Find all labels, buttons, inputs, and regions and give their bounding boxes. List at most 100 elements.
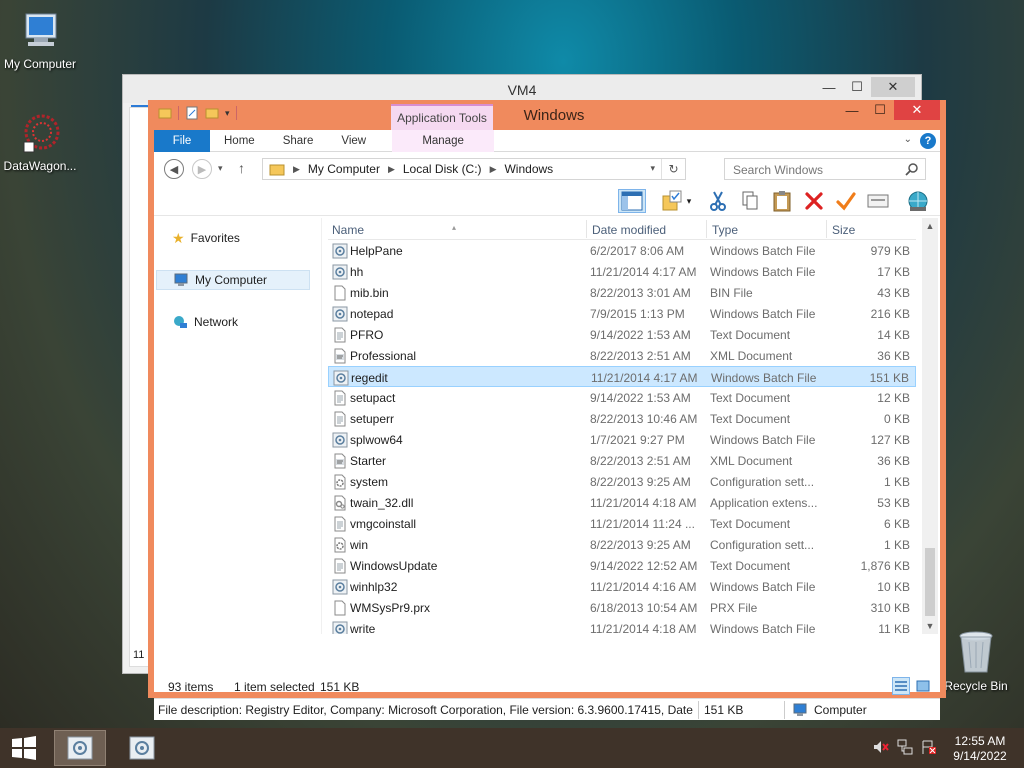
new-folder-icon[interactable] bbox=[205, 106, 219, 120]
file-name: splwow64 bbox=[350, 433, 403, 447]
desktop-icon-my-computer[interactable]: My Computer bbox=[0, 10, 80, 71]
file-row[interactable]: hh 11/21/2014 4:17 AM Windows Batch File 17… bbox=[328, 261, 916, 282]
file-date: 9/14/2022 1:53 AM bbox=[590, 391, 691, 405]
address-bar[interactable]: ▶ My Computer ▶ Local Disk (C:) ▶ Window… bbox=[262, 158, 686, 180]
forward-button[interactable]: ▶ bbox=[192, 159, 212, 179]
column-header-size[interactable]: Size bbox=[832, 223, 855, 237]
file-row[interactable]: winhlp32 11/21/2014 4:16 AM Windows Batch … bbox=[328, 576, 916, 597]
breadcrumb-separator-icon[interactable]: ▶ bbox=[490, 164, 497, 175]
star-icon: ★ bbox=[172, 229, 185, 246]
maximize-button[interactable]: ☐ bbox=[843, 77, 871, 97]
vertical-scrollbar[interactable]: ▲ ▼ bbox=[922, 218, 938, 634]
scroll-up-icon[interactable]: ▲ bbox=[922, 218, 938, 234]
column-header-name[interactable]: Name bbox=[332, 223, 364, 237]
nav-item-my-computer[interactable]: My Computer bbox=[156, 270, 310, 290]
close-button[interactable]: ✕ bbox=[871, 77, 915, 97]
properties-icon[interactable] bbox=[185, 106, 199, 120]
tab-home[interactable]: Home bbox=[210, 130, 269, 152]
expand-ribbon-icon[interactable]: ⌄ bbox=[904, 134, 912, 145]
file-row[interactable]: setupact 9/14/2022 1:53 AM Text Document 12… bbox=[328, 387, 916, 408]
scrollbar-thumb[interactable] bbox=[925, 548, 935, 616]
file-name: win bbox=[350, 538, 369, 552]
file-row[interactable]: mib.bin 8/22/2013 3:01 AM BIN File 43 KB bbox=[328, 282, 916, 303]
refresh-icon: ↻ bbox=[668, 162, 679, 176]
tab-share[interactable]: Share bbox=[269, 130, 328, 152]
tab-file[interactable]: File bbox=[154, 130, 210, 152]
qat-dropdown-icon[interactable]: ▾ bbox=[225, 108, 230, 119]
file-row[interactable]: notepad 7/9/2015 1:13 PM Windows Batch Fil… bbox=[328, 303, 916, 324]
network-button[interactable] bbox=[904, 189, 932, 213]
maximize-button[interactable]: ☐ bbox=[866, 100, 894, 120]
refresh-button[interactable]: ↻ bbox=[661, 159, 685, 179]
tab-view[interactable]: View bbox=[327, 130, 380, 152]
scroll-down-icon[interactable]: ▼ bbox=[922, 618, 938, 634]
paste-button[interactable] bbox=[768, 189, 796, 213]
command-toolbar: ▾ bbox=[154, 186, 940, 216]
tray-volume[interactable] bbox=[872, 736, 890, 758]
file-row[interactable]: twain_32.dll 11/21/2014 4:18 AM Applicatio… bbox=[328, 492, 916, 513]
column-header-type[interactable]: Type bbox=[712, 223, 738, 237]
file-row[interactable]: WMSysPr9.prx 6/18/2013 10:54 AM PRX File 31… bbox=[328, 597, 916, 618]
card-icon bbox=[867, 194, 889, 208]
file-row[interactable]: system 8/22/2013 9:25 AM Configuration set… bbox=[328, 471, 916, 492]
system-clock[interactable]: 12:55 AM 9/14/2022 bbox=[940, 734, 1020, 764]
file-row[interactable]: splwow64 1/7/2021 9:27 PM Windows Batch Fi… bbox=[328, 429, 916, 450]
search-input[interactable]: Search Windows bbox=[724, 158, 926, 180]
nav-item-favorites[interactable]: ★ Favorites bbox=[156, 228, 310, 248]
search-icon[interactable] bbox=[905, 162, 919, 176]
back-button[interactable]: ◀ bbox=[164, 159, 184, 179]
file-row[interactable]: setuperr 8/22/2013 10:46 AM Text Document 0… bbox=[328, 408, 916, 429]
explorer-titlebar[interactable]: ▾ Application Tools Windows — ☐ ✕ bbox=[154, 100, 940, 130]
desktop-icon-recycle-bin[interactable]: Recycle Bin bbox=[936, 630, 1016, 693]
breadcrumb-local-disk[interactable]: Local Disk (C:) bbox=[403, 162, 482, 176]
file-row[interactable]: regedit 11/21/2014 4:17 AM Windows Batch F… bbox=[328, 366, 916, 387]
start-button[interactable] bbox=[6, 734, 42, 762]
up-button[interactable]: ↑ bbox=[238, 160, 245, 176]
tray-network[interactable] bbox=[896, 736, 914, 758]
computer-icon bbox=[174, 273, 188, 286]
recent-locations-icon[interactable]: ▾ bbox=[218, 163, 223, 174]
minimize-button[interactable]: — bbox=[838, 100, 866, 120]
file-name: Professional bbox=[350, 349, 417, 363]
delete-button[interactable] bbox=[800, 189, 828, 213]
background-window-titlebar[interactable]: VM4 — ☐ ✕ bbox=[123, 75, 921, 103]
preview-pane-button[interactable] bbox=[618, 189, 646, 213]
folder-icon[interactable] bbox=[158, 106, 172, 120]
large-icons-view-button[interactable] bbox=[914, 677, 932, 695]
file-row[interactable]: WindowsUpdate 9/14/2022 12:52 AM Text Docu… bbox=[328, 555, 916, 576]
file-row[interactable]: write 11/21/2014 4:18 AM Windows Batch Fil… bbox=[328, 618, 916, 634]
file-row[interactable]: PFRO 9/14/2022 1:53 AM Text Document 14 KB bbox=[328, 324, 916, 345]
tab-manage[interactable]: Manage bbox=[392, 130, 495, 152]
delete-x-icon bbox=[805, 192, 823, 210]
help-button[interactable]: ? bbox=[920, 133, 936, 149]
rename-button[interactable] bbox=[832, 189, 860, 213]
file-type: Windows Batch File bbox=[710, 580, 816, 594]
file-row[interactable]: Starter 8/22/2013 2:51 AM XML Document 36 K… bbox=[328, 450, 916, 471]
new-item-button[interactable] bbox=[864, 189, 892, 213]
column-header-date[interactable]: Date modified bbox=[592, 223, 666, 237]
details-view-button[interactable] bbox=[892, 677, 910, 695]
file-row[interactable]: vmgcoinstall 11/21/2014 11:24 ... Text Doc… bbox=[328, 513, 916, 534]
address-dropdown-icon[interactable]: ▾ bbox=[650, 163, 655, 174]
clipboard-icon bbox=[773, 191, 791, 212]
tray-action-center[interactable] bbox=[920, 736, 938, 758]
properties-dropdown-icon[interactable]: ▾ bbox=[682, 189, 696, 213]
explorer-window[interactable]: ▾ Application Tools Windows — ☐ ✕ File H… bbox=[148, 100, 946, 720]
close-button[interactable]: ✕ bbox=[894, 100, 940, 120]
window-title: Windows bbox=[523, 107, 585, 124]
minimize-button[interactable]: — bbox=[815, 77, 843, 97]
file-row[interactable]: Professional 8/22/2013 2:51 AM XML Documen… bbox=[328, 345, 916, 366]
nav-item-network[interactable]: Network bbox=[156, 312, 310, 332]
cut-button[interactable] bbox=[704, 189, 732, 213]
breadcrumb-windows[interactable]: Windows bbox=[504, 162, 553, 176]
taskbar-app-second[interactable] bbox=[116, 730, 168, 766]
file-row[interactable]: win 8/22/2013 9:25 AM Configuration sett..… bbox=[328, 534, 916, 555]
copy-button[interactable] bbox=[736, 189, 764, 213]
file-row[interactable]: HelpPane 6/2/2017 8:06 AM Windows Batch Fi… bbox=[328, 240, 916, 261]
desktop-icon-datawagon[interactable]: DataWagon... bbox=[0, 112, 80, 173]
text-file-icon bbox=[332, 411, 348, 430]
taskbar-app-explorer[interactable] bbox=[54, 730, 106, 766]
breadcrumb-separator-icon[interactable]: ▶ bbox=[293, 164, 300, 175]
breadcrumb-my-computer[interactable]: My Computer bbox=[308, 162, 380, 176]
breadcrumb-separator-icon[interactable]: ▶ bbox=[388, 164, 395, 175]
